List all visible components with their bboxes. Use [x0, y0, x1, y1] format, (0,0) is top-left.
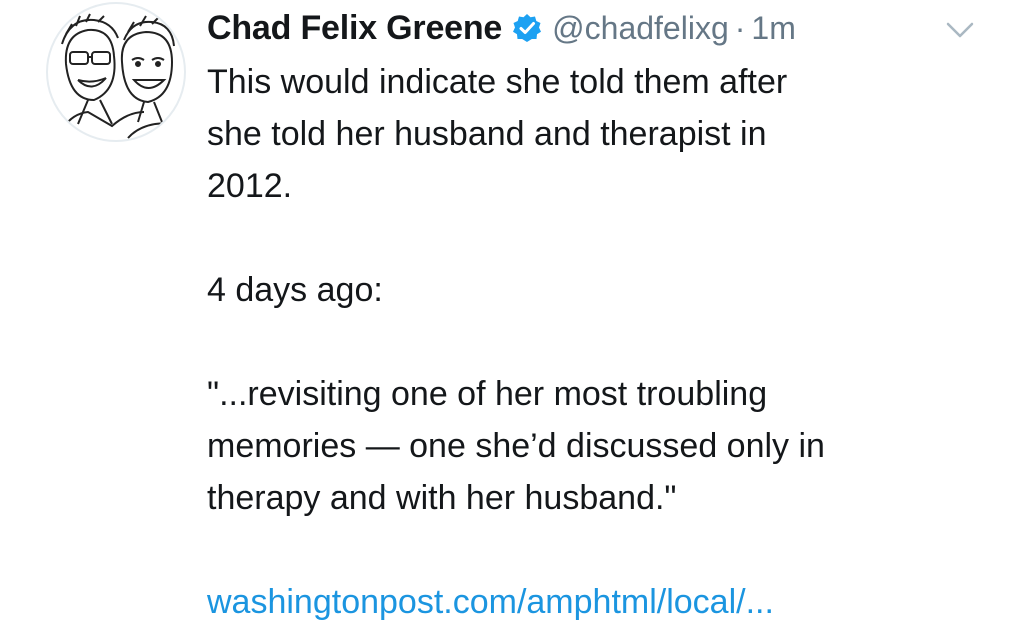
quote-line: therapy and with her husband." — [207, 479, 677, 517]
quote-line: "...revisiting one of her most troubling — [207, 375, 768, 413]
tweet-text-line: This would indicate she told them after — [207, 63, 788, 101]
chevron-down-icon[interactable] — [942, 18, 978, 42]
tweet-text: This would indicate she told them after … — [207, 56, 1007, 628]
tweet: Chad Felix Greene @chadfelixg · 1m This … — [0, 0, 1024, 626]
tweet-text-line: 4 days ago: — [207, 271, 383, 309]
avatar-illustration — [57, 13, 179, 139]
verified-badge-icon — [512, 13, 542, 43]
tweet-text-line: 2012. — [207, 167, 293, 205]
article-link[interactable]: washingtonpost.com/amphtml/local/... — [207, 583, 774, 621]
author-name[interactable]: Chad Felix Greene — [207, 9, 502, 48]
tweet-text-line: she told her husband and therapist in — [207, 115, 767, 153]
author-handle[interactable]: @chadfelixg — [552, 10, 729, 47]
tweet-timestamp[interactable]: 1m — [751, 10, 795, 47]
avatar[interactable] — [46, 2, 186, 142]
quote-line: memories — one she’d discussed only in — [207, 427, 825, 465]
tweet-header: Chad Felix Greene @chadfelixg · 1m — [207, 6, 796, 50]
separator-dot: · — [734, 9, 746, 46]
